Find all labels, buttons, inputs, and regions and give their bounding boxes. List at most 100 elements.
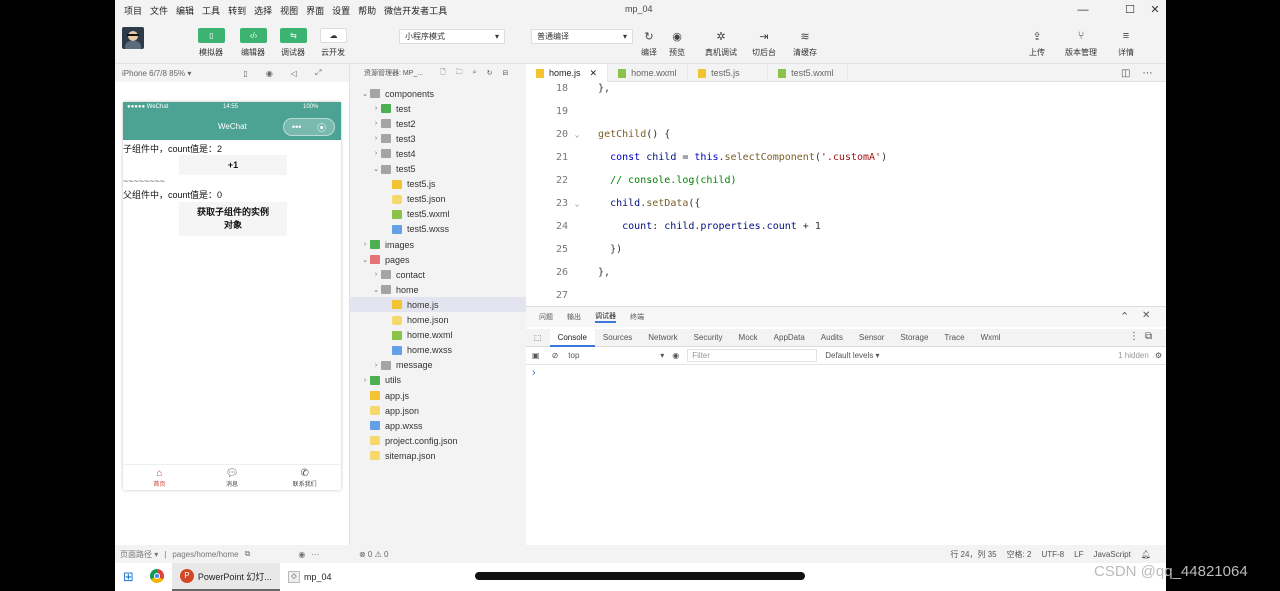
search-icon[interactable]: ⌕ <box>473 69 477 77</box>
close-icon[interactable]: ✕ <box>1145 2 1165 18</box>
inspect-icon[interactable]: ⬚ <box>526 333 550 342</box>
target-icon[interactable]: ⦿ <box>317 121 326 134</box>
tab-contact[interactable]: ✆ 联系我们 <box>268 465 341 490</box>
filter-input[interactable]: Filter <box>687 349 818 362</box>
debugger-toggle-button[interactable]: ⇆ <box>280 28 307 43</box>
expand-icon[interactable]: ⤢ <box>315 68 321 78</box>
code-line[interactable]: 20 ⌄ getChild() { <box>526 123 1166 146</box>
tree-file[interactable]: home.json <box>350 313 527 328</box>
editor-tab[interactable]: test5.wxml <box>768 64 849 82</box>
tree-folder[interactable]: › utils <box>350 373 527 388</box>
status-item[interactable]: LF <box>1074 550 1083 559</box>
editor-tab[interactable]: home.wxml <box>608 64 689 82</box>
tree-file[interactable]: test5.js <box>350 177 527 192</box>
tree-folder[interactable]: › test <box>350 101 527 116</box>
menu-devtools[interactable]: 微信开发者工具 <box>380 4 451 17</box>
more-icon[interactable]: ⋯ <box>1142 68 1152 79</box>
menu-interface[interactable]: 界面 <box>302 4 328 17</box>
tree-folder[interactable]: › test2 <box>350 116 527 131</box>
cloud-button[interactable]: ☁ <box>320 28 347 43</box>
maximize-icon[interactable]: ☐ <box>1120 2 1140 18</box>
get-instance-button[interactable]: 获取子组件的实例对象 <box>179 202 287 236</box>
upload-icon[interactable]: ⇪ <box>1027 28 1047 44</box>
editor-toggle-button[interactable]: ‹/› <box>240 28 267 43</box>
devtools-tab[interactable]: Sources <box>595 333 640 342</box>
split-editor-icon[interactable]: ◫ <box>1121 68 1130 79</box>
eye-icon[interactable]: ◉ <box>664 351 687 360</box>
copy-icon[interactable]: ⧉ <box>245 549 251 559</box>
levels-select[interactable]: Default levels ▾ <box>817 351 887 360</box>
devtools-tab[interactable]: Wxml <box>973 333 1009 342</box>
tree-file[interactable]: home.wxss <box>350 343 527 358</box>
tree-file[interactable]: app.js <box>350 388 527 403</box>
fold-chevron-icon[interactable]: ⌄ <box>568 130 586 139</box>
bell-icon[interactable]: 🔔︎ <box>1141 550 1151 559</box>
capsule-button[interactable]: ••• ⦿ <box>283 118 335 136</box>
sidebar-icon[interactable]: ▣ <box>526 351 546 360</box>
more-icon[interactable]: ••• <box>292 122 301 132</box>
devtools-tab[interactable]: Audits <box>813 333 851 342</box>
devtools-tab[interactable]: Sensor <box>851 333 892 342</box>
close-panel-icon[interactable]: ✕ <box>1142 310 1150 321</box>
status-item[interactable]: 行 24，列 35 <box>950 549 996 560</box>
devtools-tab[interactable]: Network <box>640 333 685 342</box>
tab-home[interactable]: ⌂ 首页 <box>123 465 196 490</box>
tree-folder[interactable]: › test4 <box>350 146 527 161</box>
menu-help[interactable]: 帮助 <box>354 4 380 17</box>
editor-tab[interactable]: test5.js <box>688 64 769 82</box>
tree-folder[interactable]: ⌄ home <box>350 282 527 297</box>
menu-icon[interactable]: ≡ <box>1116 28 1136 44</box>
devtools-tab[interactable]: Console <box>549 328 595 347</box>
menu-view[interactable]: 视图 <box>276 4 302 17</box>
code-line[interactable]: 26 }, <box>526 261 1166 284</box>
taskbar-devtools[interactable]: ◇ mp_04 <box>280 563 340 591</box>
tree-folder[interactable]: › message <box>350 358 527 373</box>
clear-console-icon[interactable]: ⊘ <box>546 351 565 360</box>
avatar[interactable] <box>122 27 144 49</box>
devtools-tab[interactable]: Mock <box>731 333 766 342</box>
panel-tab[interactable]: 输出 <box>567 312 581 322</box>
tree-folder[interactable]: ⌄ components <box>350 86 527 101</box>
simulator-toggle-button[interactable]: ▯ <box>198 28 225 43</box>
code-line[interactable]: 25 }) <box>526 238 1166 261</box>
windows-start-icon[interactable]: ⊞ <box>115 569 142 585</box>
layers-icon[interactable]: ≋ <box>795 28 815 44</box>
new-folder-icon[interactable]: 🗀︎ <box>456 68 463 79</box>
tree-folder[interactable]: › test3 <box>350 131 527 146</box>
page-path-label[interactable]: 页面路径 ▾ <box>120 549 158 560</box>
more-icon[interactable]: ⋯ <box>311 550 319 559</box>
kebab-icon[interactable]: ⋮ <box>1129 331 1139 342</box>
video-progress-bar[interactable] <box>475 572 805 580</box>
plus-one-button[interactable]: +1 <box>179 155 287 175</box>
mode-select[interactable]: 小程序模式 ▾ <box>399 29 505 44</box>
switch-icon[interactable]: ⇥ <box>754 28 774 44</box>
tree-file[interactable]: home.wxml <box>350 328 527 343</box>
editor-tab[interactable]: home.js ✕ <box>526 64 609 82</box>
menu-file[interactable]: 文件 <box>146 4 172 17</box>
devtools-tab[interactable]: Storage <box>892 333 936 342</box>
compile-select[interactable]: 普通编译 ▾ <box>531 29 633 44</box>
code-line[interactable]: 27 <box>526 284 1166 306</box>
record-icon[interactable]: ◉ <box>266 69 273 78</box>
tree-folder[interactable]: › images <box>350 237 527 252</box>
code-editor[interactable]: 18 }, 19 20 ⌄ getChild() {21 const child = … <box>526 82 1166 306</box>
menu-tools[interactable]: 工具 <box>198 4 224 17</box>
tree-file[interactable]: project.config.json <box>350 433 527 448</box>
menu-project[interactable]: 项目 <box>120 4 146 17</box>
code-line[interactable]: 24 count: child.properties.count + 1 <box>526 215 1166 238</box>
devtools-tab[interactable]: Security <box>686 333 731 342</box>
collapse-icon[interactable]: ⊟ <box>502 69 508 77</box>
panel-tab[interactable]: 调试器 <box>595 311 616 323</box>
code-line[interactable]: 23 ⌄ child.setData({ <box>526 192 1166 215</box>
devtools-tab[interactable]: Trace <box>936 333 972 342</box>
menu-goto[interactable]: 转到 <box>224 4 250 17</box>
status-item[interactable]: JavaScript <box>1093 550 1130 559</box>
fold-chevron-icon[interactable]: ⌄ <box>568 199 586 208</box>
branch-icon[interactable]: ⑂ <box>1071 28 1091 44</box>
close-tab-icon[interactable]: ✕ <box>590 68 598 79</box>
tree-file[interactable]: sitemap.json <box>350 448 527 463</box>
tree-file[interactable]: test5.json <box>350 192 527 207</box>
chrome-icon[interactable] <box>142 569 172 585</box>
tab-message[interactable]: 💬︎ 消息 <box>196 465 269 490</box>
tree-file[interactable]: app.json <box>350 403 527 418</box>
